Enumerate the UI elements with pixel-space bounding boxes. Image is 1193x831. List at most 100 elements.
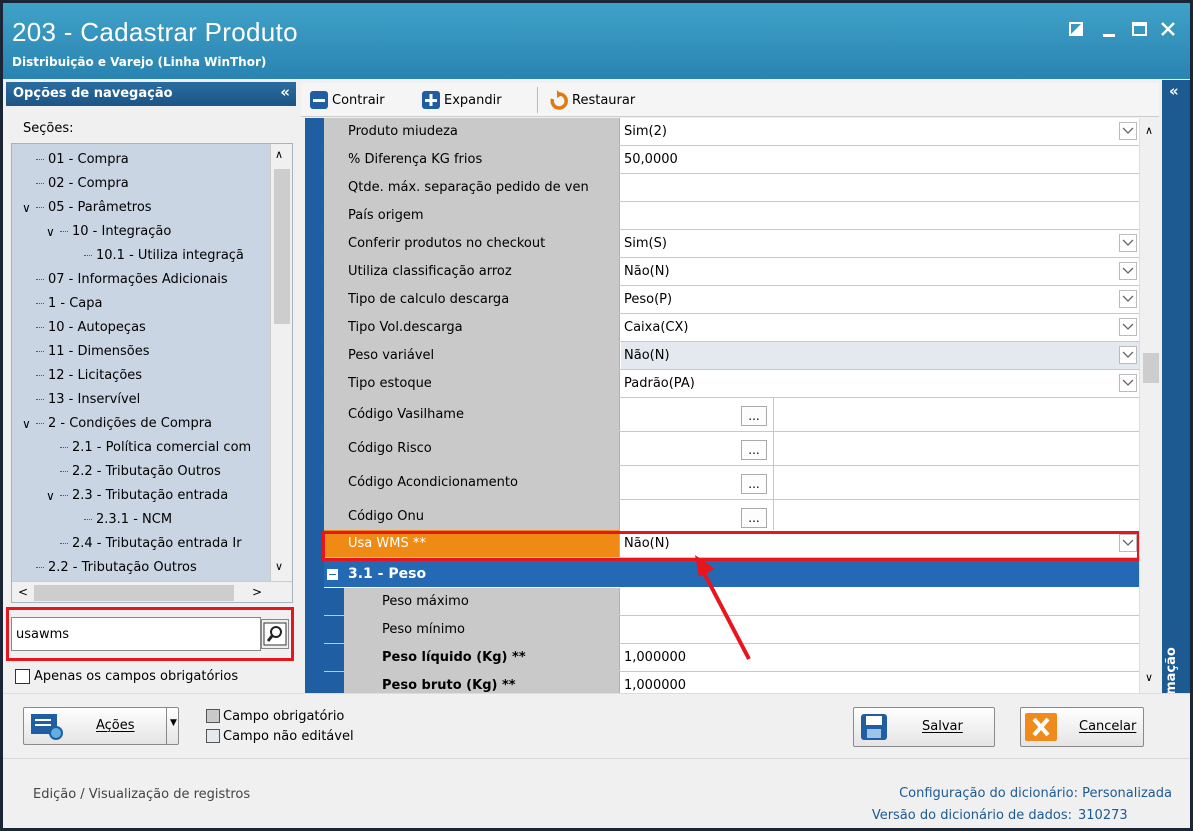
grid-row-value[interactable]: Caixa(CX)	[621, 314, 1139, 341]
tree-item[interactable]: 01 - Compra	[12, 148, 270, 172]
grid-row-value-text: Caixa(CX)	[624, 320, 689, 335]
tree-item[interactable]: 10 - Autopeças	[12, 316, 270, 340]
cancelar-button[interactable]: Cancelar	[1020, 707, 1144, 747]
maximize-icon[interactable]	[1127, 17, 1151, 41]
minimize-icon[interactable]	[1097, 17, 1121, 41]
scroll-left-icon[interactable]: <	[18, 585, 28, 599]
tree-item-label: 2.1 - Política comercial com	[72, 440, 252, 455]
grid-row-value[interactable]: ...	[621, 466, 1139, 499]
grid-scroll-thumb[interactable]	[1143, 353, 1159, 383]
tree-item[interactable]: 02 - Compra	[12, 172, 270, 196]
grid-row-value[interactable]: Não(N)	[621, 258, 1139, 285]
chevron-down-icon[interactable]	[1119, 290, 1137, 308]
grid-row-label: Peso líquido (Kg) **	[344, 644, 620, 671]
collapse-info-icon[interactable]: «	[1169, 82, 1179, 100]
expand-plus-icon	[422, 91, 440, 109]
grid-row-value[interactable]: 1,000000	[621, 672, 1139, 693]
grid-row-value-text: 1,000000	[624, 650, 687, 665]
chevron-down-icon[interactable]	[1119, 234, 1137, 252]
grid-row-value[interactable]: Não(N)	[621, 342, 1139, 369]
tree-item[interactable]: 13 - Inservível	[12, 388, 270, 412]
tree-scroll-thumb[interactable]	[274, 169, 290, 324]
chevron-down-icon[interactable]	[1119, 318, 1137, 336]
tree-expand-icon[interactable]: ∨	[22, 412, 31, 436]
grid-row-value[interactable]: Sim(2)	[621, 118, 1139, 145]
tree-item[interactable]: 2.4 - Tributação entrada Ir	[12, 532, 270, 556]
restore-window-icon[interactable]	[1064, 17, 1088, 41]
scroll-up-icon[interactable]: ∧	[275, 148, 283, 161]
close-icon[interactable]	[1156, 17, 1180, 41]
grid-row-value-text: Peso(P)	[624, 292, 673, 307]
grid-row: Código Vasilhame...	[324, 398, 1139, 432]
grid-row-label: Peso bruto (Kg) **	[344, 672, 620, 693]
scroll-up-icon[interactable]: ∧	[1145, 124, 1153, 137]
collapse-navigation-icon[interactable]: «	[280, 83, 290, 101]
dictionary-version-value: 310273	[1078, 808, 1128, 823]
grid-row-value[interactable]	[621, 202, 1139, 229]
tree-hscroll-thumb[interactable]	[34, 585, 234, 601]
grid-row-value-text: Não(N)	[624, 348, 670, 363]
tree-item[interactable]: ∨ 10 - Integração	[12, 220, 270, 244]
tree-expand-icon[interactable]: ∨	[22, 196, 31, 220]
section-collapse-icon[interactable]	[327, 568, 338, 580]
grid-row: Código Risco...	[324, 432, 1139, 466]
tree-item[interactable]: 10.1 - Utiliza integraçã	[12, 244, 270, 268]
tree-expand-icon[interactable]: ∨	[46, 220, 55, 244]
tree-item[interactable]: 07 - Informações Adicionais	[12, 268, 270, 292]
required-only-checkbox[interactable]: Apenas os campos obrigatórios	[15, 669, 238, 687]
grid-row-value[interactable]: Peso(P)	[621, 286, 1139, 313]
tree-vertical-scrollbar[interactable]: ∧ ∨	[270, 144, 292, 581]
grid-row-value[interactable]: Padrão(PA)	[621, 370, 1139, 397]
tree-item[interactable]: 11 - Dimensões	[12, 340, 270, 364]
grid-row-value[interactable]: ...	[621, 398, 1139, 431]
tree-item[interactable]: 2.3.1 - NCM	[12, 508, 270, 532]
tree-connector	[84, 519, 92, 520]
lookup-button[interactable]: ...	[741, 406, 767, 426]
info-panel[interactable]: « Informação	[1162, 80, 1190, 730]
scroll-right-icon[interactable]: >	[252, 585, 262, 599]
status-bar: Edição / Visualização de registros Confi…	[3, 758, 1190, 828]
grid-row-value[interactable]	[621, 174, 1139, 201]
tree-item[interactable]: 2.1 - Política comercial com	[12, 436, 270, 460]
lookup-button[interactable]: ...	[741, 508, 767, 528]
grid-row-label: Peso máximo	[344, 588, 620, 615]
scroll-down-icon[interactable]: ∨	[1145, 671, 1153, 684]
chevron-down-icon[interactable]	[1119, 374, 1137, 392]
chevron-down-icon[interactable]	[1119, 262, 1137, 280]
grid-vertical-scrollbar[interactable]: ∧ ∨	[1139, 118, 1161, 693]
grid-row-value[interactable]: ...	[621, 500, 1139, 533]
lookup-button[interactable]: ...	[741, 440, 767, 460]
grid-row-label: Peso mínimo	[344, 616, 620, 643]
contrair-button[interactable]: Contrair	[309, 89, 385, 111]
tree-item[interactable]: 2.2 - Tributação Outros	[12, 460, 270, 484]
lookup-button[interactable]: ...	[741, 474, 767, 494]
tree-item[interactable]: 1 - Capa	[12, 292, 270, 316]
tree-item[interactable]: ∨ 05 - Parâmetros	[12, 196, 270, 220]
tree-item[interactable]: ∨ 2.3 - Tributação entrada	[12, 484, 270, 508]
grid-row-value[interactable]: 50,0000	[621, 146, 1139, 173]
sub-row-indent	[324, 644, 344, 671]
grid-row-label: País origem	[324, 202, 620, 229]
salvar-button[interactable]: Salvar	[853, 707, 995, 747]
expandir-button[interactable]: Expandir	[421, 89, 502, 111]
checkbox-box[interactable]	[15, 669, 30, 684]
tree-horizontal-scrollbar[interactable]: < >	[12, 581, 292, 602]
grid-row-value[interactable]: ...	[621, 432, 1139, 465]
tree-item[interactable]: ∨ 2 - Condições de Compra	[12, 412, 270, 436]
expandir-label: Expandir	[444, 92, 502, 108]
tree-item[interactable]: 2.2 - Tributação Outros	[12, 556, 270, 580]
chevron-down-icon[interactable]	[1119, 122, 1137, 140]
acoes-button[interactable]: Ações ▼	[23, 707, 179, 745]
tree-item[interactable]: 12 - Licitações	[12, 364, 270, 388]
grid-row-label: Peso variável	[324, 342, 620, 369]
collapse-minus-icon	[310, 91, 328, 109]
legend-not-editable: Campo não editável	[206, 728, 354, 744]
chevron-down-icon[interactable]	[1119, 346, 1137, 364]
sections-tree: 01 - Compra 02 - Compra ∨ 05 - Parâmetros ∨ 1…	[11, 143, 293, 603]
grid-row-value[interactable]: Sim(S)	[621, 230, 1139, 257]
scroll-down-icon[interactable]: ∨	[275, 560, 283, 573]
acoes-dropdown-icon[interactable]: ▼	[170, 718, 177, 728]
application-window: 203 - Cadastrar Produto Distribuição e V…	[0, 0, 1193, 831]
restaurar-button[interactable]: Restaurar	[549, 89, 635, 111]
tree-expand-icon[interactable]: ∨	[46, 484, 55, 508]
